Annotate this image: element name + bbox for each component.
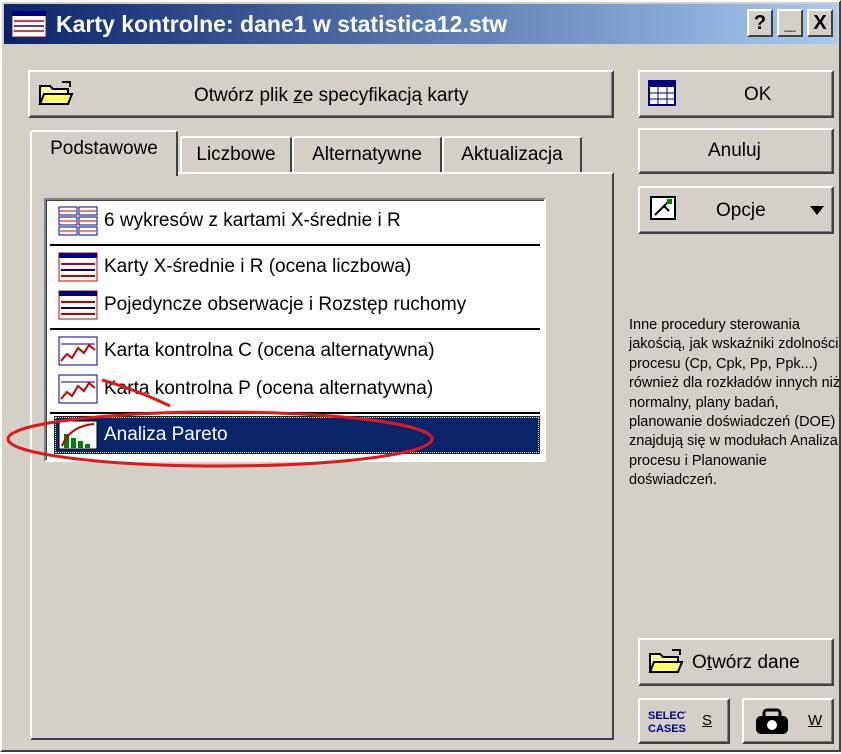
attribute-chart-icon — [58, 374, 98, 404]
ok-button[interactable]: OK — [638, 70, 834, 118]
open-folder-icon — [648, 649, 684, 673]
open-spec-file-button[interactable]: Otwórz plik ze specyfikacją karty — [28, 70, 614, 118]
list-item-label: Karta kontrolna C (ocena alternatywna) — [104, 340, 435, 361]
select-cases-icon: SELECT CASES — [648, 710, 686, 735]
help-button[interactable]: ? — [747, 9, 773, 37]
attribute-chart-icon — [58, 336, 98, 366]
list-separator — [50, 412, 540, 414]
list-item[interactable]: Karta kontrolna C (ocena alternatywna) — [54, 332, 540, 370]
select-cases-key: S — [702, 712, 713, 729]
list-item[interactable]: 6 wykresów z kartami X-średnie i R — [54, 202, 540, 240]
options-icon — [650, 196, 676, 220]
control-chart-icon — [12, 11, 46, 37]
options-label: Opcje — [716, 200, 766, 221]
tab-liczbowe[interactable]: Liczbowe — [180, 136, 292, 174]
spreadsheet-icon — [648, 80, 676, 106]
list-item[interactable]: Analiza Pareto — [54, 416, 540, 454]
tab-alternatywne[interactable]: Alternatywne — [292, 136, 442, 174]
select-cases-icon-line2: CASES — [648, 723, 686, 735]
open-folder-icon — [38, 81, 74, 105]
chevron-down-icon — [810, 206, 824, 215]
pareto-chart-icon — [58, 420, 98, 450]
open-spec-mnemonic: z — [293, 85, 303, 106]
title-bar[interactable]: Karty kontrolne: dane1 w statistica12.st… — [4, 4, 837, 44]
control-chart-icon — [58, 252, 98, 282]
close-button[interactable]: X — [807, 9, 833, 37]
ok-label: OK — [744, 84, 772, 105]
list-item-label: Karta kontrolna P (ocena alternatywna) — [104, 378, 434, 399]
tab-podstawowe[interactable]: Podstawowe — [30, 130, 178, 176]
cancel-button[interactable]: Anuluj — [638, 128, 834, 174]
open-data-button[interactable]: Otwórz dane — [638, 638, 834, 686]
list-item[interactable]: Pojedyncze obserwacje i Rozstęp ruchomy — [54, 286, 540, 324]
open-data-label-post: wórz dane — [712, 652, 800, 673]
options-button[interactable]: Opcje — [638, 186, 834, 234]
cancel-label: Anuluj — [708, 140, 761, 161]
list-item-label: 6 wykresów z kartami X-średnie i R — [104, 210, 401, 231]
open-data-label-pre: O — [692, 652, 707, 673]
control-chart-icon — [58, 290, 98, 320]
minimize-button[interactable]: _ — [777, 9, 803, 37]
list-item-label: Pojedyncze obserwacje i Rozstęp ruchomy — [104, 294, 467, 315]
select-cases-button[interactable]: SELECT CASES S — [638, 698, 730, 744]
list-separator — [50, 244, 540, 246]
list-separator — [50, 328, 540, 330]
list-item-label: Karty X-średnie i R (ocena liczbowa) — [104, 256, 412, 277]
weights-button[interactable]: W — [742, 698, 834, 744]
open-spec-label-post: e specyfikacją karty — [302, 85, 469, 106]
open-spec-label-pre: Otwórz plik — [194, 85, 294, 106]
list-item-label: Analiza Pareto — [104, 424, 228, 445]
weights-key: W — [808, 712, 823, 729]
info-text: Inne procedury sterowania jakością, jak … — [629, 317, 841, 489]
chart-type-list[interactable]: 6 wykresów z kartami X-średnie i R Karty… — [44, 198, 546, 462]
dialog-window: Karty kontrolne: dane1 w statistica12.st… — [0, 0, 841, 752]
select-cases-icon-line1: SELECT — [648, 710, 686, 722]
weight-icon — [756, 708, 788, 734]
list-item[interactable]: Karty X-średnie i R (ocena liczbowa) — [54, 248, 540, 286]
tab-aktualizacja[interactable]: Aktualizacja — [442, 136, 582, 174]
list-item[interactable]: Karta kontrolna P (ocena alternatywna) — [54, 370, 540, 408]
six-charts-icon — [58, 206, 98, 236]
window-title: Karty kontrolne: dane1 w statistica12.st… — [56, 11, 508, 37]
